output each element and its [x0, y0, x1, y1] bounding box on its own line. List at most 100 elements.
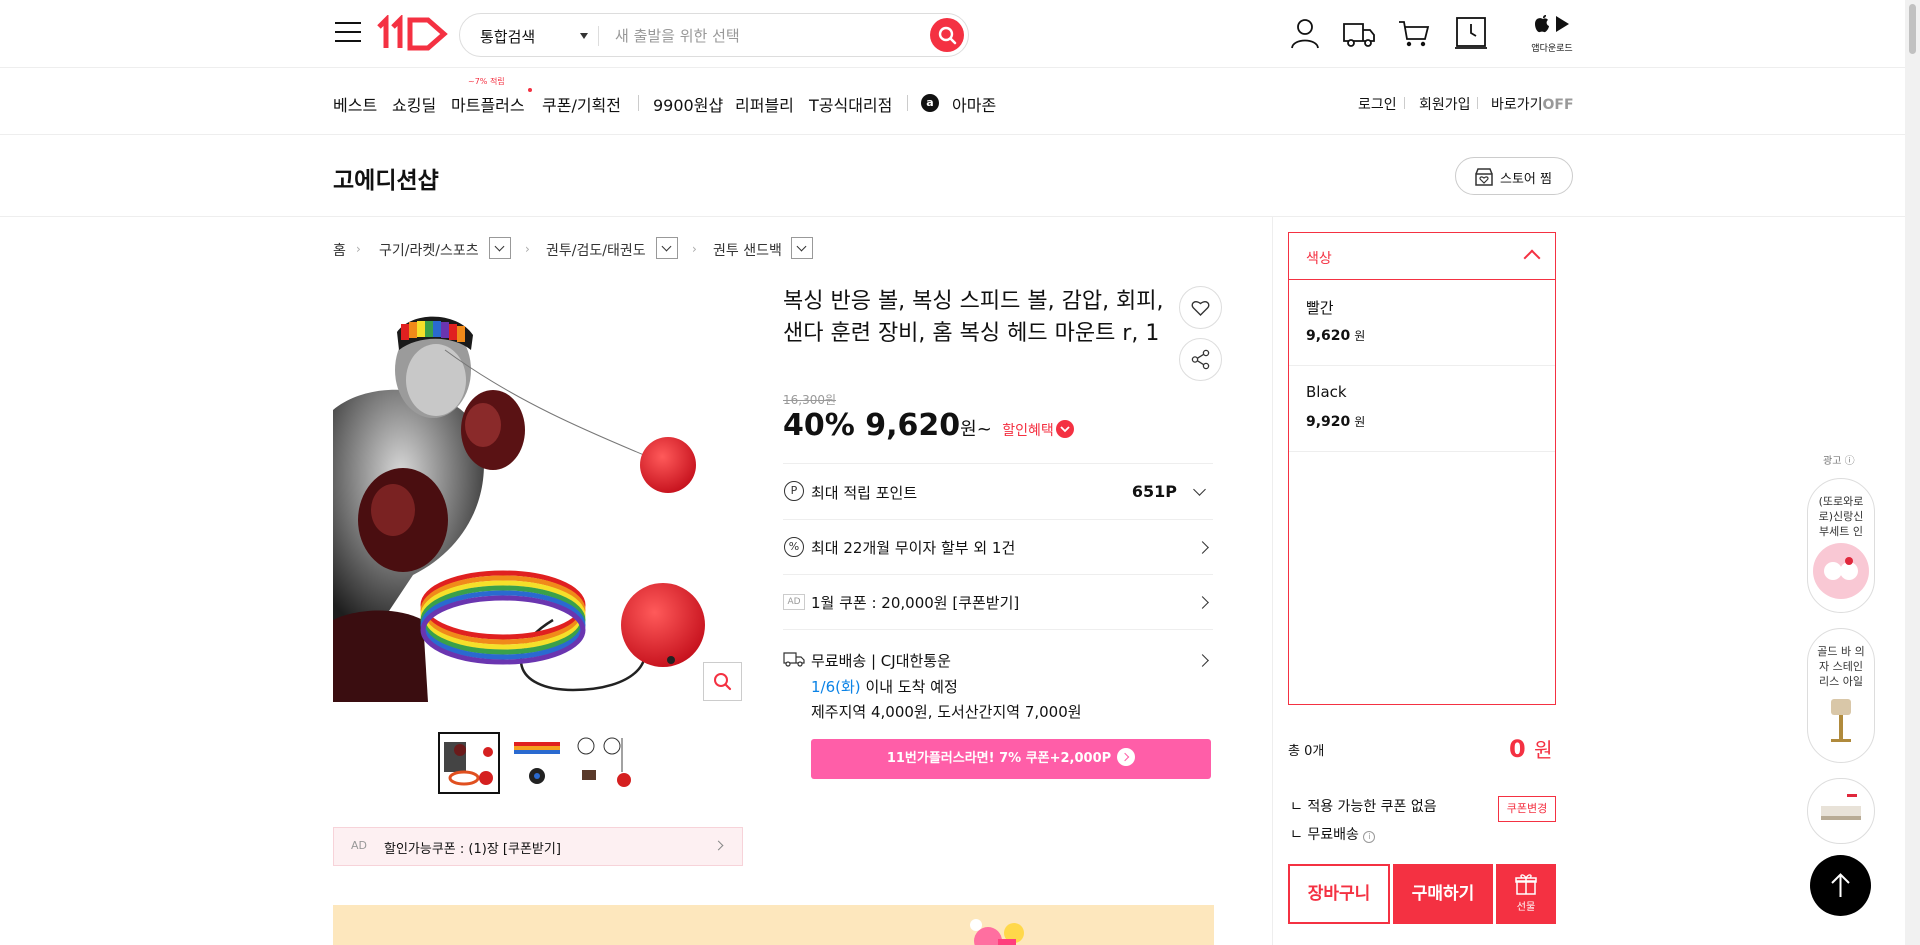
amazon-icon[interactable]: a [921, 94, 939, 112]
thumbnail-3[interactable] [572, 732, 634, 794]
recent-history-icon[interactable] [1454, 16, 1488, 50]
breadcrumb-cat3[interactable]: 권투 샌드백 [713, 240, 782, 260]
store-heart-icon [1475, 168, 1493, 186]
points-row[interactable]: P 최대 적립 포인트 651P [783, 463, 1213, 519]
user-icon[interactable] [1288, 16, 1322, 50]
original-price: 16,300원 [783, 393, 837, 407]
breadcrumb-cat1[interactable]: 구기/라켓/스포츠 [379, 240, 479, 260]
arrival-date: 1/6(화) [811, 678, 861, 696]
percent-icon: % [784, 537, 804, 557]
total-price-value: 0 [1509, 735, 1526, 763]
11st-logo[interactable] [376, 15, 448, 53]
total-count: 총 0개 [1288, 744, 1325, 759]
side-ad-1-text: (또로와로로)신랑신부세트 인 [1818, 495, 1864, 538]
delivery-truck-icon[interactable] [1342, 16, 1376, 50]
app-download[interactable]: 앱다운로드 [1530, 14, 1574, 56]
price-value: 9,620 [865, 408, 961, 443]
top-header: 통합검색 앱다운로드 [0, 0, 1905, 68]
promo-banner[interactable] [333, 905, 1214, 945]
side-ad-1[interactable]: (또로와로로)신랑신부세트 인 [1807, 478, 1875, 613]
option-price-unit: 원 [1354, 329, 1366, 343]
shipping-row[interactable]: 무료배송 | CJ대한통운 1/6(화) 이내 도착 예정 제주지역 4,000… [783, 629, 1213, 725]
nav-refurbly[interactable]: 리퍼블리 [735, 92, 794, 116]
nav-coupon[interactable]: 쿠폰/기획전 [542, 92, 621, 116]
cart-icon[interactable] [1397, 16, 1431, 50]
thumbnail-1[interactable] [438, 732, 500, 794]
page-scrollbar[interactable] [1905, 0, 1920, 945]
breadcrumb-cat2-dropdown[interactable] [656, 237, 678, 259]
option-price: 9,920 원 [1306, 413, 1365, 430]
global-nav: 베스트 쇼킹딜 ~7% 적립 마트플러스 쿠폰/기획전 9900원샵 리퍼블리 … [0, 68, 1905, 135]
breadcrumb-home[interactable]: 홈 [333, 240, 346, 260]
login-link[interactable]: 로그인 [1358, 94, 1397, 114]
coupon-download-bar[interactable]: AD 할인가능쿠폰 : (1)장 [쿠폰받기] [333, 827, 743, 866]
chevron-right-icon [1196, 654, 1209, 667]
gift-icon [1515, 874, 1537, 895]
side-ad-3[interactable] [1807, 778, 1875, 844]
store-name[interactable]: 고에디션샵 [333, 161, 439, 195]
mattress-image [1821, 794, 1861, 820]
nav-9900-shop[interactable]: 9900원샵 [653, 92, 723, 116]
option-header[interactable]: 색상 [1289, 233, 1555, 280]
menu-icon[interactable] [335, 22, 361, 44]
breadcrumb-cat3-dropdown[interactable] [791, 237, 813, 259]
discount-benefit-link[interactable]: 할인혜택 [1002, 420, 1074, 439]
share-button[interactable] [1179, 338, 1222, 381]
side-ad-label: 광고 [1823, 456, 1842, 467]
option-item[interactable]: 빨간 9,620 원 [1289, 280, 1555, 366]
shortcut-toggle[interactable]: 바로가기OFF [1491, 94, 1574, 114]
option-price-value: 9,620 [1306, 328, 1351, 344]
scroll-to-top-button[interactable] [1810, 855, 1871, 916]
search-icon [938, 26, 957, 45]
product-main-image[interactable] [333, 290, 743, 702]
nav-shocking-deal[interactable]: 쇼킹딜 [392, 92, 436, 116]
option-item[interactable]: Black 9,920 원 [1289, 366, 1555, 452]
chevron-down-circle-icon [1055, 420, 1074, 438]
side-ad-2[interactable]: 골드 바 의자 스테인리스 아일 [1807, 628, 1875, 763]
info-icon[interactable]: i [1363, 831, 1376, 843]
nav-mart-plus[interactable]: 마트플러스 [451, 92, 525, 116]
shipping-label: 무료배송 | CJ대한통운 [811, 652, 951, 670]
search-bar: 통합검색 [459, 13, 969, 57]
extra-shipping-fee: 제주지역 4,000원, 도서산간지역 7,000원 [811, 703, 1082, 721]
store-bar: 고에디션샵 스토어 찜 [0, 135, 1905, 217]
coupon-change-button[interactable]: 쿠폰변경 [1498, 796, 1556, 822]
nav-amazon[interactable]: 아마존 [952, 92, 996, 116]
carrier-name: CJ대한통운 [880, 652, 951, 670]
benefit-label: 할인혜택 [1002, 423, 1054, 439]
nav-best[interactable]: 베스트 [333, 92, 377, 116]
arrow-up-icon [1831, 873, 1850, 897]
ad-badge: AD [783, 594, 805, 610]
search-button[interactable] [930, 18, 964, 52]
buy-now-button[interactable]: 구매하기 [1393, 864, 1493, 924]
thumbnail-2[interactable] [506, 732, 568, 794]
option-header-label: 색상 [1306, 251, 1332, 267]
chevron-right-icon [713, 840, 724, 851]
coupon-label: 1월 쿠폰 : 20,000원 [쿠폰받기] [811, 594, 1020, 612]
signup-link[interactable]: 회원가입 [1419, 94, 1471, 114]
points-value: 651P [1131, 482, 1177, 501]
heart-icon [1191, 301, 1210, 316]
search-input[interactable] [615, 24, 915, 48]
installment-label: 최대 22개월 무이자 할부 외 1건 [811, 539, 1016, 557]
add-to-cart-button[interactable]: 장바구니 [1288, 864, 1390, 924]
option-name: 빨간 [1306, 299, 1334, 317]
zoom-button[interactable] [703, 662, 742, 701]
thumbnail-1-image [444, 742, 493, 786]
wedding-gift-image [1813, 543, 1869, 599]
breadcrumb-cat1-dropdown[interactable] [489, 237, 511, 259]
arrival-estimate: 1/6(화) 이내 도착 예정 [811, 676, 958, 697]
installment-row[interactable]: % 최대 22개월 무이자 할부 외 1건 [783, 519, 1213, 574]
scrollbar-thumb[interactable] [1909, 4, 1916, 54]
breadcrumb-cat2[interactable]: 권투/검도/태권도 [546, 240, 646, 260]
caret-down-icon[interactable] [580, 33, 588, 39]
coupon-row[interactable]: AD 1월 쿠폰 : 20,000원 [쿠폰받기] [783, 574, 1213, 629]
store-follow-button[interactable]: 스토어 찜 [1455, 157, 1573, 195]
search-category-select[interactable]: 통합검색 [480, 26, 535, 47]
plus-membership-banner[interactable]: 11번가플러스라면! 7% 쿠폰+2,000P [811, 739, 1211, 779]
nav-t-official[interactable]: T공식대리점 [809, 92, 892, 116]
wish-button[interactable] [1179, 286, 1222, 329]
ad-label[interactable]: 광고 ⓘ [1823, 452, 1855, 467]
gift-button[interactable]: 선물 [1496, 864, 1556, 924]
shipping-status: ㄴ 무료배송 i [1290, 824, 1376, 844]
